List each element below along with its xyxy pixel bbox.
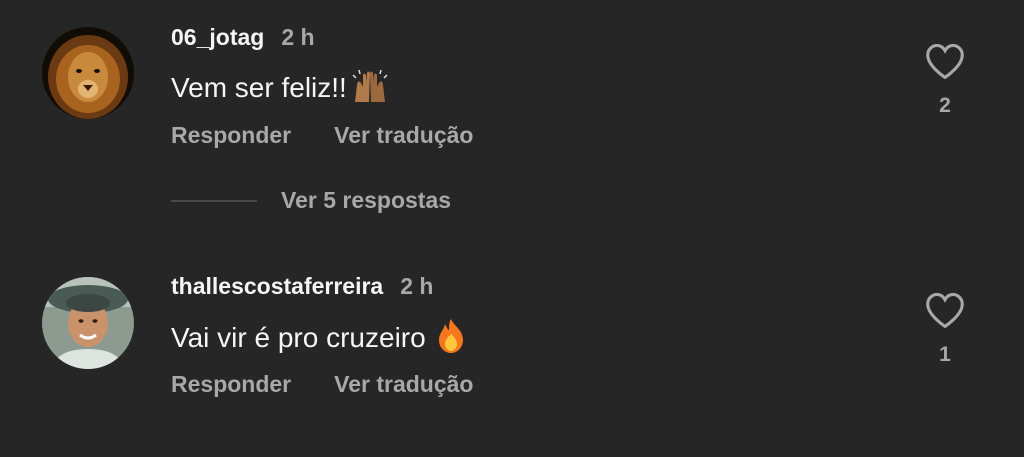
comment-body: Vem ser feliz!! — [171, 71, 347, 103]
comment-header: thallescostaferreira 2 h — [171, 273, 433, 300]
reply-button[interactable]: Responder — [171, 122, 291, 149]
comment-actions: Responder Ver tradução — [171, 371, 473, 398]
like-button[interactable] — [920, 42, 970, 85]
like-count: 1 — [939, 343, 951, 366]
comment-text: Vai vir é pro cruzeiro — [171, 318, 466, 361]
like-button[interactable] — [920, 291, 970, 334]
translate-button[interactable]: Ver tradução — [334, 122, 473, 149]
username[interactable]: 06_jotag — [171, 24, 264, 51]
heart-icon — [926, 43, 964, 80]
translate-button[interactable]: Ver tradução — [334, 371, 473, 398]
view-replies-button[interactable]: Ver 5 respostas — [171, 187, 451, 214]
person-avatar-image — [42, 277, 134, 369]
comment-body: Vai vir é pro cruzeiro — [171, 321, 426, 353]
avatar[interactable] — [42, 27, 134, 119]
timestamp: 2 h — [281, 24, 315, 50]
timestamp: 2 h — [400, 273, 434, 299]
comment-text: Vem ser feliz!! — [171, 69, 389, 110]
raised-hands-emoji-icon — [351, 69, 389, 110]
reply-button[interactable]: Responder — [171, 371, 291, 398]
heart-icon — [926, 292, 964, 329]
avatar[interactable] — [42, 277, 134, 369]
fire-emoji-icon — [436, 318, 466, 361]
comment-header: 06_jotag 2 h — [171, 24, 315, 51]
replies-divider — [171, 199, 257, 202]
like-count: 2 — [939, 94, 951, 117]
username[interactable]: thallescostaferreira — [171, 273, 383, 300]
view-replies-label: Ver 5 respostas — [281, 187, 452, 213]
comment-actions: Responder Ver tradução — [171, 122, 473, 149]
lion-avatar-image — [42, 27, 134, 119]
